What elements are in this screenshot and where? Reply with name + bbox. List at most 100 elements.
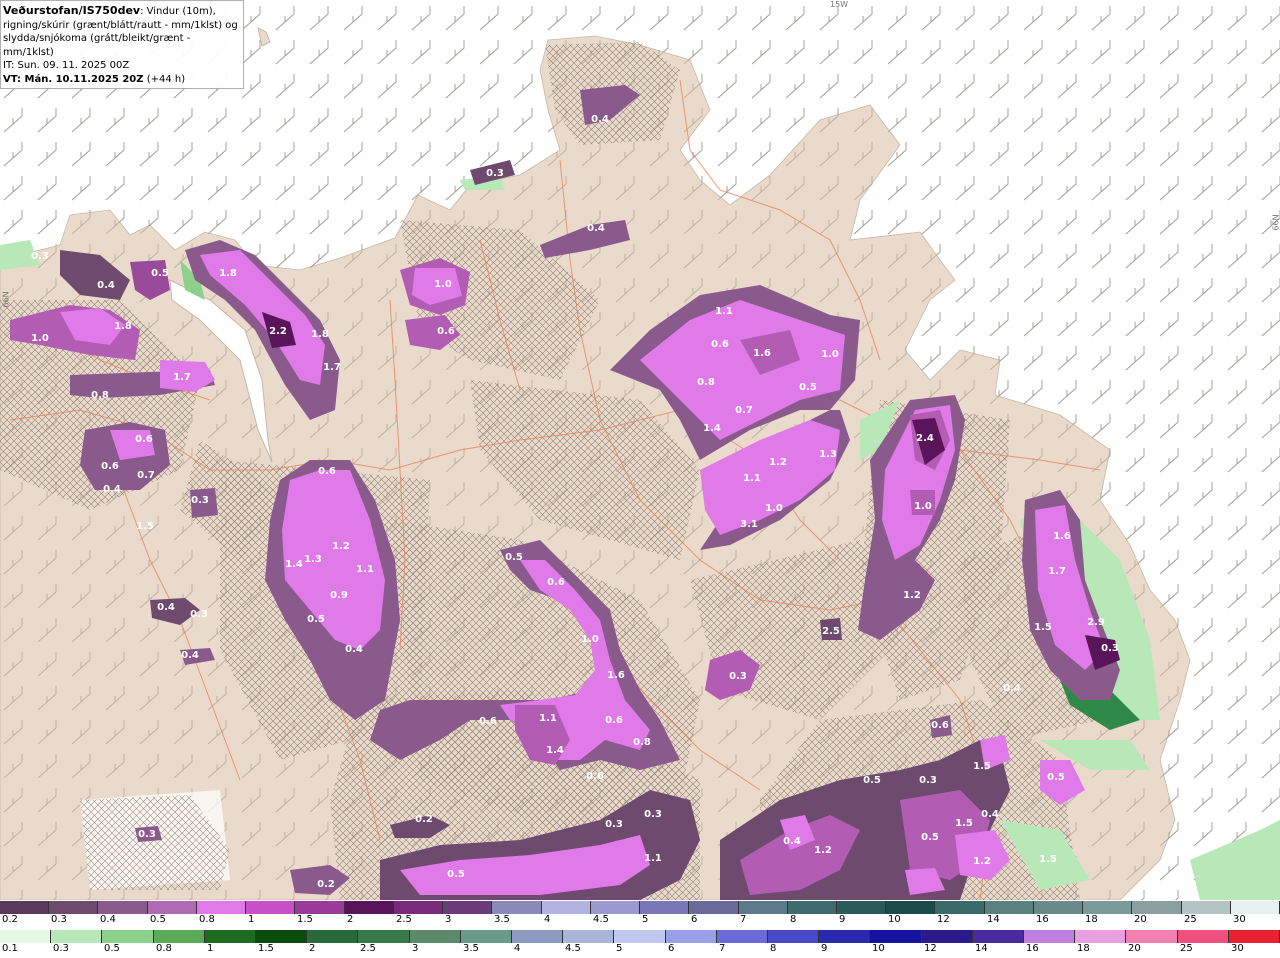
precip-value-label: 1.1 xyxy=(743,473,761,484)
precip-value-label: 0.7 xyxy=(137,470,155,481)
precip-value-label: 0.6 xyxy=(479,716,497,727)
forecast-map[interactable]: 0.4 0.3 0.4 0.3 0.4 0.5 1.8 1.0 1.8 2.2 1.8 1.7 1.0 0… xyxy=(0,0,1280,900)
snow-scale-swatch xyxy=(1033,901,1084,914)
snow-scale-label: 1 xyxy=(248,914,255,925)
precip-value-label: 0.5 xyxy=(151,268,169,279)
precip-value-label: 0.4 xyxy=(591,114,609,125)
snow-scale-swatch xyxy=(541,901,591,914)
precip-value-label: 1.4 xyxy=(285,559,303,570)
snow-scale-label: 10 xyxy=(888,914,901,925)
snow-scale-label: 20 xyxy=(1134,914,1147,925)
precip-value-label: 1.2 xyxy=(769,457,787,468)
rain-scale-swatch xyxy=(409,930,461,943)
snow-scale-swatch xyxy=(147,901,197,914)
rain-scale-swatch xyxy=(512,930,564,943)
precip-value-label: 0.3 xyxy=(31,251,49,262)
precip-value-label: 0.8 xyxy=(91,390,109,401)
precip-value-label: 2.9 xyxy=(1087,617,1105,628)
snow-scale-labels: 0.2 0.3 0.4 0.5 0.8 1 1.5 2 2.5 3 3.5 4 4.5 5 6 7 8 9 10 12… xyxy=(0,914,1280,928)
snow-scale-swatch xyxy=(98,901,148,914)
brand-title: Veðurstofan/IS750dev xyxy=(3,4,141,17)
rain-scale-label: 16 xyxy=(1026,943,1039,954)
precip-value-label: 1.3 xyxy=(304,554,322,565)
precip-value-label: 0.2 xyxy=(415,814,433,825)
precip-value-label: 1.1 xyxy=(644,853,662,864)
snow-scale-label: 30 xyxy=(1233,914,1246,925)
precip-value-label: 0.3 xyxy=(486,168,504,179)
precip-value-label: 0.4 xyxy=(783,836,801,847)
precip-value-label: 1.1 xyxy=(356,564,374,575)
rain-scale-label: 4 xyxy=(514,943,521,954)
snow-scale-swatch xyxy=(492,901,542,914)
precip-value-label: 0.9 xyxy=(330,590,348,601)
snow-scale-label: 0.2 xyxy=(2,914,18,925)
rain-color-scale xyxy=(0,930,1280,943)
snow-scale-label: 6 xyxy=(691,914,698,925)
snow-scale-swatch xyxy=(640,901,690,914)
precip-value-label: 0.3 xyxy=(644,809,662,820)
precip-value-label: 0.3 xyxy=(1101,643,1119,654)
precip-value-label: 1.2 xyxy=(332,541,350,552)
precip-value-label: 2.5 xyxy=(822,626,840,637)
valid-time: VT: Mán. 10.11.2025 20Z xyxy=(3,73,144,85)
snow-scale-swatch xyxy=(344,901,394,914)
rain-scale-label: 30 xyxy=(1231,943,1244,954)
snow-scale-label: 4 xyxy=(544,914,551,925)
precip-value-label: 0.5 xyxy=(505,552,523,563)
rain-scale-label: 0.3 xyxy=(53,943,69,954)
snow-scale-label: 1.5 xyxy=(297,914,313,925)
snow-scale-label: 14 xyxy=(987,914,1000,925)
rain-scale-swatch xyxy=(102,930,154,943)
precip-value-label: 3.1 xyxy=(740,519,758,530)
precip-value-label: 0.4 xyxy=(587,223,605,234)
map-canvas: 0.4 0.3 0.4 0.3 0.4 0.5 1.8 1.0 1.8 2.2 1.8 1.7 1.0 0… xyxy=(0,0,1280,900)
rain-scale-swatch xyxy=(870,930,922,943)
precip-value-label: 1.2 xyxy=(814,845,832,856)
rain-scale-swatch xyxy=(768,930,820,943)
rain-scale-label: 25 xyxy=(1180,943,1193,954)
snow-scale-swatch xyxy=(738,901,788,914)
precip-value-label: 0.5 xyxy=(1047,772,1065,783)
snow-color-scale xyxy=(0,901,1280,914)
precip-value-label: 1.1 xyxy=(715,306,733,317)
precip-value-label: 0.3 xyxy=(190,609,208,620)
snow-scale-label: 3.5 xyxy=(494,914,510,925)
precip-value-label: 0.5 xyxy=(307,614,325,625)
precip-value-label: 0.6 xyxy=(101,461,119,472)
snow-scale-label: 9 xyxy=(839,914,846,925)
forecast-info-box: Veðurstofan/IS750dev: Vindur (10m), rign… xyxy=(0,0,244,89)
precip-value-label: 1.0 xyxy=(434,279,452,290)
rain-scale-swatch xyxy=(358,930,410,943)
precip-value-label: 1.0 xyxy=(31,333,49,344)
precip-value-label: 0.4 xyxy=(981,809,999,820)
precip-value-label: 1.6 xyxy=(753,348,771,359)
snow-scale-label: 2 xyxy=(347,914,354,925)
rain-scale-label: 18 xyxy=(1077,943,1090,954)
precip-value-label: 1.0 xyxy=(581,634,599,645)
rain-scale-label: 8 xyxy=(770,943,777,954)
snow-scale-label: 0.8 xyxy=(199,914,215,925)
rain-scale-label: 7 xyxy=(719,943,726,954)
snow-scale-label: 7 xyxy=(740,914,747,925)
rain-scale-label: 2 xyxy=(309,943,316,954)
rain-scale-swatch xyxy=(563,930,615,943)
rain-scale-label: 1 xyxy=(207,943,214,954)
snow-scale-label: 5 xyxy=(642,914,649,925)
precip-value-label: 0.3 xyxy=(191,495,209,506)
precip-value-label: 0.5 xyxy=(799,382,817,393)
snow-scale-swatch xyxy=(295,901,345,914)
rain-scale-swatch xyxy=(1126,930,1178,943)
precip-value-label: 0.6 xyxy=(437,326,455,337)
rain-scale-labels: 0.1 0.3 0.5 0.8 1 1.5 2 2.5 3 3.5 4 4.5 5 6 7 8 9 10 12 14 1… xyxy=(0,943,1280,957)
grid-label-left: 66N xyxy=(1,291,11,308)
rain-scale-swatch xyxy=(921,930,973,943)
precip-value-label: 0.6 xyxy=(135,434,153,445)
snow-scale-swatch xyxy=(935,901,985,914)
rain-scale-label: 0.5 xyxy=(104,943,120,954)
grid-label-right: 66N xyxy=(1271,214,1280,231)
rain-scale-swatch xyxy=(460,930,513,943)
precip-value-label: 1.2 xyxy=(903,590,921,601)
precip-value-label: 0.8 xyxy=(633,737,651,748)
precip-value-label: 1.4 xyxy=(703,423,721,434)
snow-scale-swatch xyxy=(984,901,1034,914)
